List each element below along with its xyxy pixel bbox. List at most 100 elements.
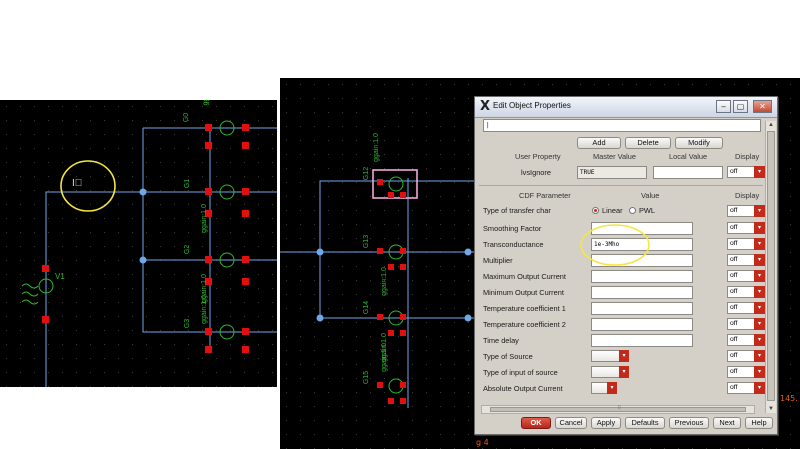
cdf-row-label: Maximum Output Current	[483, 272, 566, 281]
pwl-radio-label: PWL	[639, 206, 656, 215]
maximize-button[interactable]: ▢	[733, 100, 748, 113]
g3-label: G3	[184, 318, 192, 329]
vertical-scroll-thumb[interactable]	[767, 131, 775, 401]
ok-button[interactable]: OK	[521, 417, 551, 429]
cdf-display-select[interactable]: off ▾	[727, 286, 765, 298]
chevron-down-icon: ▾	[754, 238, 765, 250]
chevron-down-icon: ▾	[754, 318, 765, 330]
cdf-display-value: off	[730, 304, 738, 311]
transfer-display-value: off	[730, 207, 738, 214]
scroll-grip-icon: ⦙⦙	[618, 405, 621, 411]
cdf-row-label: Multiplier	[483, 256, 513, 265]
vertical-scrollbar[interactable]: ▲ ▼	[765, 121, 776, 413]
transfer-display-select[interactable]: off ▾	[727, 205, 765, 217]
type-of-source-select[interactable]: ▾	[591, 350, 629, 362]
previous-button[interactable]: Previous	[669, 417, 709, 429]
chevron-down-icon: ▾	[619, 366, 629, 378]
cdf-row-label: Temperature coefficient 1	[483, 304, 566, 313]
chevron-down-icon: ▾	[754, 222, 765, 234]
left-schematic-drawing	[0, 100, 277, 387]
next-button[interactable]: Next	[713, 417, 741, 429]
help-button[interactable]: Help	[745, 417, 773, 429]
linear-radio[interactable]	[592, 207, 599, 214]
cdf-display-value: off	[730, 272, 738, 279]
pwl-radio[interactable]	[629, 207, 636, 214]
cdf-display-value: off	[730, 384, 738, 391]
lvsignore-label: lvsIgnore	[521, 168, 551, 177]
cdf-display-header: Display	[735, 191, 760, 200]
cursor-marker: I⃝	[72, 178, 83, 189]
time-delay-input[interactable]	[591, 334, 693, 347]
cdf-display-select[interactable]: off ▾	[727, 318, 765, 330]
lvsignore-local-value[interactable]	[653, 166, 723, 179]
cdf-display-select[interactable]: off ▾	[727, 222, 765, 234]
edge-value-label-bottom: g 4	[476, 438, 489, 447]
smoothing-factor-input[interactable]	[591, 222, 693, 235]
horizontal-scrollbar[interactable]: ⦙⦙	[481, 405, 755, 414]
cdf-display-select[interactable]: off ▾	[727, 302, 765, 314]
cdf-display-select[interactable]: off ▾	[727, 334, 765, 346]
cdf-display-select[interactable]: off ▾	[727, 350, 765, 362]
chevron-down-icon: ▾	[754, 366, 765, 378]
chevron-down-icon: ▾	[754, 254, 765, 266]
temp-coeff-2-input[interactable]	[591, 318, 693, 331]
g12-gain-label: ggain:1.0	[372, 133, 380, 162]
cdf-display-value: off	[730, 240, 738, 247]
transconductance-input[interactable]: 1e-3Mho	[591, 238, 693, 251]
dialog-titlebar[interactable]: X Edit Object Properties ‒ ▢ ✕	[475, 97, 777, 118]
cdf-display-value: off	[730, 336, 738, 343]
lvsignore-display-select[interactable]: off ▾	[727, 166, 765, 178]
cdf-row-label: Transconductance	[483, 240, 544, 249]
top-text-field[interactable]: |	[483, 119, 761, 132]
chevron-down-icon: ▾	[607, 382, 617, 394]
cdf-display-select[interactable]: off ▾	[727, 270, 765, 282]
cdf-display-value: off	[730, 256, 738, 263]
chevron-down-icon: ▾	[754, 382, 765, 394]
chevron-down-icon: ▾	[754, 302, 765, 314]
absolute-output-current-select[interactable]: ▾	[591, 382, 617, 394]
modify-button[interactable]: Modify	[675, 137, 723, 149]
chevron-down-icon: ▾	[619, 350, 629, 362]
g1-gain-label: ggain:1.0	[200, 204, 208, 233]
min-output-current-input[interactable]	[591, 286, 693, 299]
temp-coeff-1-input[interactable]	[591, 302, 693, 315]
g15-label: G15	[363, 370, 371, 385]
g0-label: G0	[183, 112, 191, 123]
multiplier-input[interactable]	[591, 254, 693, 267]
cancel-button[interactable]: Cancel	[555, 417, 587, 429]
cdf-row-label: Smoothing Factor	[483, 224, 542, 233]
user-display-header: Display	[735, 152, 760, 161]
g15-gain-label: ggain:1.0	[380, 343, 388, 372]
cdf-display-select[interactable]: off ▾	[727, 382, 765, 394]
delete-button[interactable]: Delete	[625, 137, 671, 149]
input-of-source-select[interactable]: ▾	[591, 366, 629, 378]
linear-radio-label: Linear	[602, 206, 623, 215]
add-button[interactable]: Add	[577, 137, 621, 149]
lvsignore-master-value: TRUE	[577, 166, 647, 179]
cdf-display-value: off	[730, 368, 738, 375]
chevron-down-icon: ▾	[754, 350, 765, 362]
scroll-down-icon[interactable]: ▼	[767, 405, 775, 413]
cdf-display-select[interactable]: off ▾	[727, 366, 765, 378]
cdf-display-select[interactable]: off ▾	[727, 238, 765, 250]
scroll-up-icon[interactable]: ▲	[767, 121, 775, 129]
chevron-down-icon: ▾	[754, 270, 765, 282]
left-schematic-canvas[interactable]: I⃝ V1 G0 gg G1 ggain:1.0 G2 ggain:1.0 G3…	[0, 100, 277, 387]
minimize-button[interactable]: ‒	[716, 100, 731, 113]
close-button[interactable]: ✕	[753, 100, 772, 113]
edit-object-properties-dialog[interactable]: X Edit Object Properties ‒ ▢ ✕ | Add Del…	[474, 96, 778, 435]
g3-gain-label: ggain:1.0	[200, 295, 208, 324]
cdf-select-label: Type of input of source	[483, 368, 558, 377]
max-output-current-input[interactable]	[591, 270, 693, 283]
cdf-row-label: Minimum Output Current	[483, 288, 564, 297]
v1-label: V1	[55, 272, 65, 281]
g12-label: G12	[363, 166, 371, 181]
cdf-value-header: Value	[641, 191, 660, 200]
apply-button[interactable]: Apply	[591, 417, 621, 429]
defaults-button[interactable]: Defaults	[625, 417, 665, 429]
chevron-down-icon: ▾	[754, 334, 765, 346]
lvsignore-display-value: off	[730, 168, 738, 175]
cdf-select-label: Absolute Output Current	[483, 384, 563, 393]
transfer-char-label: Type of transfer char	[483, 206, 551, 215]
cdf-display-select[interactable]: off ▾	[727, 254, 765, 266]
